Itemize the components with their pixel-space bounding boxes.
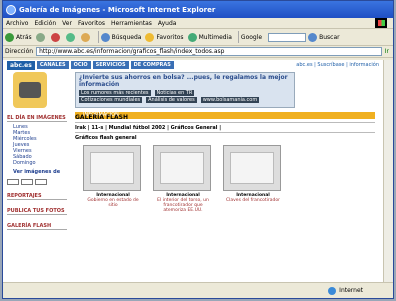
nav-servicios[interactable]: SERVICIOS: [92, 61, 129, 69]
status-bar: Internet: [3, 282, 393, 298]
nav-canales[interactable]: CANALES: [36, 61, 69, 69]
star-icon: [145, 32, 155, 42]
back-arrow-icon: [5, 32, 14, 42]
card-text[interactable]: Claves del francotirador: [223, 198, 283, 203]
ie-logo-icon: [6, 4, 16, 15]
google-label: Google: [240, 33, 263, 41]
main-content: GALERÍA FLASH Irak | 11-s | Mundial fútb…: [75, 114, 375, 213]
browser-window: Galería de Imágenes - Microsoft Internet…: [2, 0, 394, 299]
menu-ayuda[interactable]: Ayuda: [158, 20, 177, 27]
ad-item[interactable]: www.bolsamania.com: [200, 97, 260, 103]
home-button[interactable]: [80, 32, 92, 42]
gallery-card[interactable]: Internacional Claves del francotirador: [223, 145, 283, 213]
menu-favoritos[interactable]: Favoritos: [78, 20, 105, 27]
forward-arrow-icon: [35, 32, 45, 42]
ad-item[interactable]: Noticias en TR: [154, 90, 195, 96]
home-icon: [80, 32, 90, 42]
address-label: Dirección: [5, 48, 34, 55]
nav-ocio[interactable]: OCIO: [70, 61, 91, 69]
sidebar-more[interactable]: Ver imágenes de: [7, 169, 67, 175]
google-search-input[interactable]: [268, 32, 307, 42]
day-select[interactable]: [7, 179, 19, 185]
date-selects: [7, 179, 67, 185]
media-icon: [187, 32, 197, 42]
title-bar: Galería de Imágenes - Microsoft Internet…: [3, 1, 393, 18]
card-text[interactable]: El interior del torso, un francotirador …: [153, 198, 213, 213]
thumbnail-image[interactable]: [223, 145, 281, 191]
thumbnail-image[interactable]: [83, 145, 141, 191]
breadcrumb[interactable]: Irak | 11-s | Mundial fútbol 2002 | Gráf…: [75, 125, 375, 133]
thumbnail-grid: Internacional Gobierno en estado de siti…: [75, 145, 375, 213]
ad-item[interactable]: Cotizaciones mundiales: [79, 97, 143, 103]
window-title: Galería de Imágenes - Microsoft Internet…: [19, 5, 216, 14]
subheading: Gráficos flash general: [75, 135, 137, 141]
stop-icon: [50, 32, 60, 42]
banner: ¿Invierte sus ahorros en bolsa? ...pues,…: [3, 70, 383, 119]
windows-flag-icon: [375, 18, 387, 28]
ad-item[interactable]: Análisis de valores: [146, 97, 197, 103]
go-select-button[interactable]: [35, 179, 47, 185]
site-nav: abc.es CANALES OCIO SERVICIOS DE COMPRAS…: [3, 60, 383, 70]
search-icon: [308, 32, 318, 42]
thumbnail-image[interactable]: [153, 145, 211, 191]
site-logo[interactable]: abc.es: [7, 60, 35, 70]
address-bar: Dirección http://www.abc.es/informacion/…: [3, 46, 393, 58]
menu-archivo[interactable]: Archivo: [6, 20, 28, 27]
menu-edicion[interactable]: Edición: [34, 20, 56, 27]
ad-item[interactable]: Los rumores más recientes: [79, 90, 151, 96]
sidebar-heading[interactable]: EL DÍA EN IMÁGENES: [7, 115, 67, 122]
card-text[interactable]: Gobierno en estado de sitio: [83, 198, 143, 208]
gallery-card[interactable]: Internacional El interior del torso, un …: [153, 145, 213, 213]
refresh-button[interactable]: [65, 32, 77, 42]
menu-ver[interactable]: Ver: [62, 20, 72, 27]
gallery-card[interactable]: Internacional Gobierno en estado de siti…: [83, 145, 143, 213]
sidebar-heading[interactable]: PUBLICA TUS FOTOS: [7, 208, 67, 215]
menu-herramientas[interactable]: Herramientas: [111, 20, 152, 27]
sidebar-heading[interactable]: GALERÍA FLASH: [7, 223, 67, 230]
page-title: GALERÍA FLASH: [75, 114, 375, 123]
google-search-button[interactable]: Buscar: [308, 32, 340, 42]
go-button[interactable]: Ir: [385, 48, 389, 55]
ad-headline: ¿Invierte sus ahorros en bolsa? ...pues,…: [79, 74, 288, 88]
vertical-scrollbar[interactable]: [383, 60, 393, 282]
refresh-icon: [65, 32, 75, 42]
stop-button[interactable]: [50, 32, 62, 42]
site-nav-right[interactable]: abc.es | Suscríbase | información: [296, 62, 379, 68]
ad-banner[interactable]: ¿Invierte sus ahorros en bolsa? ...pues,…: [75, 72, 295, 108]
address-input[interactable]: http://www.abc.es/informacion/graficos_f…: [36, 47, 382, 56]
toolbar: Atrás Búsqueda Favoritos Multimedia Goog…: [3, 29, 393, 46]
multimedia-button[interactable]: Multimedia: [187, 32, 232, 42]
search-button[interactable]: Búsqueda: [100, 32, 141, 42]
month-select[interactable]: [21, 179, 33, 185]
search-icon: [100, 32, 110, 42]
globe-icon: [328, 286, 337, 295]
favorites-button[interactable]: Favoritos: [145, 32, 184, 42]
nav-compras[interactable]: DE COMPRAS: [130, 61, 174, 69]
forward-button[interactable]: [35, 32, 47, 42]
sidebar-item[interactable]: Domingo: [7, 160, 67, 166]
sidebar: EL DÍA EN IMÁGENES Lunes Martes Miércole…: [7, 112, 67, 232]
camera-icon: [13, 72, 47, 108]
back-button[interactable]: Atrás: [5, 32, 32, 42]
menu-bar: Archivo Edición Ver Favoritos Herramient…: [3, 18, 393, 29]
page-content: abc.es CANALES OCIO SERVICIOS DE COMPRAS…: [3, 60, 383, 282]
sidebar-heading[interactable]: REPORTAJES: [7, 193, 67, 200]
status-zone: Internet: [328, 286, 363, 295]
